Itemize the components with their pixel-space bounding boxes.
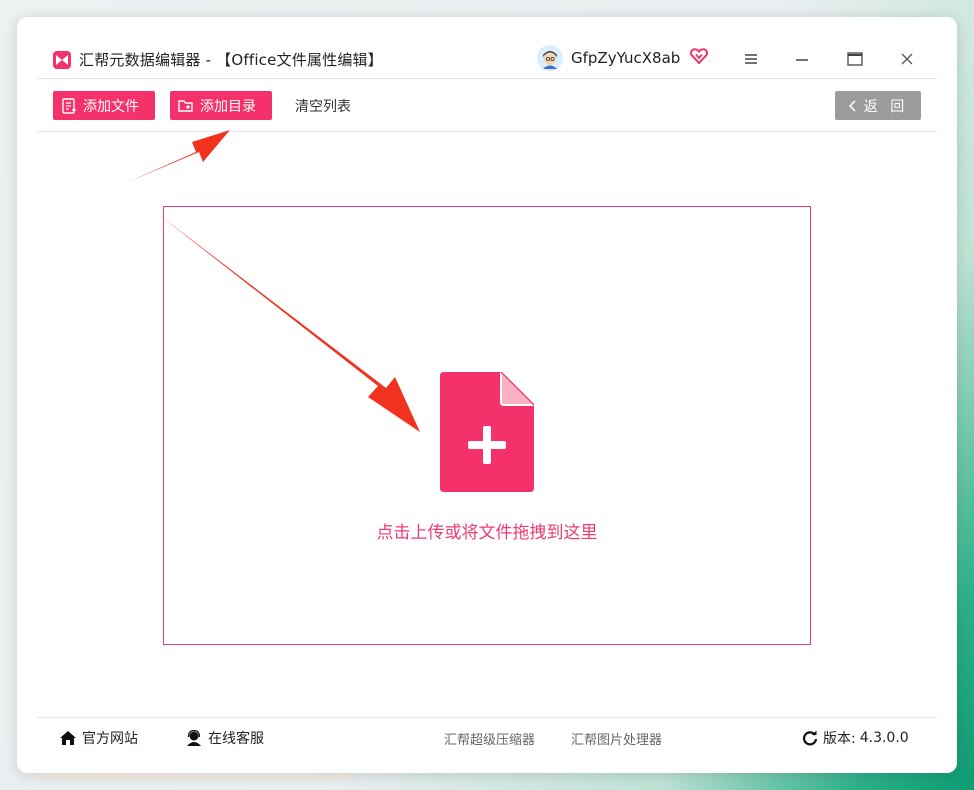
username: GfpZyYucX8ab	[571, 49, 681, 67]
version-label: 版本:	[823, 731, 856, 747]
minimize-icon[interactable]	[790, 47, 814, 71]
back-button[interactable]: 返 回	[835, 91, 921, 120]
drop-zone-text: 点击上传或将文件拖拽到这里	[376, 523, 598, 543]
menu-icon[interactable]	[739, 47, 763, 71]
back-label: 返 回	[863, 98, 909, 115]
official-site-label: 官方网站	[82, 731, 138, 747]
image-processor-link[interactable]: 汇帮图片处理器	[571, 718, 662, 758]
vip-heart-icon[interactable]	[690, 48, 709, 68]
official-site-link[interactable]: 官方网站	[59, 718, 138, 758]
add-file-button[interactable]: 添加文件	[53, 91, 155, 120]
taskbar-strip	[37, 774, 350, 779]
support-icon	[187, 730, 201, 746]
file-plus-icon[interactable]	[440, 372, 534, 492]
close-icon[interactable]	[895, 47, 919, 71]
user-area[interactable]: GfpZyYucX8ab	[537, 45, 709, 71]
app-window: 汇帮元数据编辑器 - 【Office文件属性编辑】 GfpZyYucX8ab 添…	[17, 17, 957, 773]
version-number: 4.3.0.0	[859, 730, 909, 746]
footer: 官方网站 在线客服 汇帮超级压缩器 汇帮图片处理器 版本: 4.3.0.0	[37, 717, 937, 757]
clear-list-button[interactable]: 清空列表	[295, 91, 351, 120]
app-logo-icon	[53, 50, 71, 69]
add-folder-button[interactable]: 添加目录	[170, 91, 272, 120]
version-info[interactable]: 版本: 4.3.0.0	[802, 718, 909, 758]
compressor-link[interactable]: 汇帮超级压缩器	[444, 718, 535, 758]
add-folder-icon	[178, 99, 193, 112]
toolbar: 添加文件 添加目录 清空列表 返 回	[37, 79, 937, 132]
chevron-left-icon	[848, 99, 856, 112]
add-file-label: 添加文件	[83, 98, 139, 115]
home-icon	[60, 731, 76, 745]
maximize-icon[interactable]	[843, 47, 867, 71]
online-service-label: 在线客服	[208, 731, 264, 747]
title-bar: 汇帮元数据编辑器 - 【Office文件属性编辑】 GfpZyYucX8ab	[37, 41, 937, 79]
add-file-icon	[62, 97, 76, 114]
add-folder-label: 添加目录	[200, 98, 256, 115]
avatar-icon[interactable]	[537, 45, 563, 71]
refresh-icon	[802, 730, 818, 746]
window-title: 汇帮元数据编辑器 - 【Office文件属性编辑】	[79, 51, 383, 69]
file-drop-zone[interactable]: 点击上传或将文件拖拽到这里	[163, 206, 811, 645]
online-service-link[interactable]: 在线客服	[185, 718, 264, 758]
